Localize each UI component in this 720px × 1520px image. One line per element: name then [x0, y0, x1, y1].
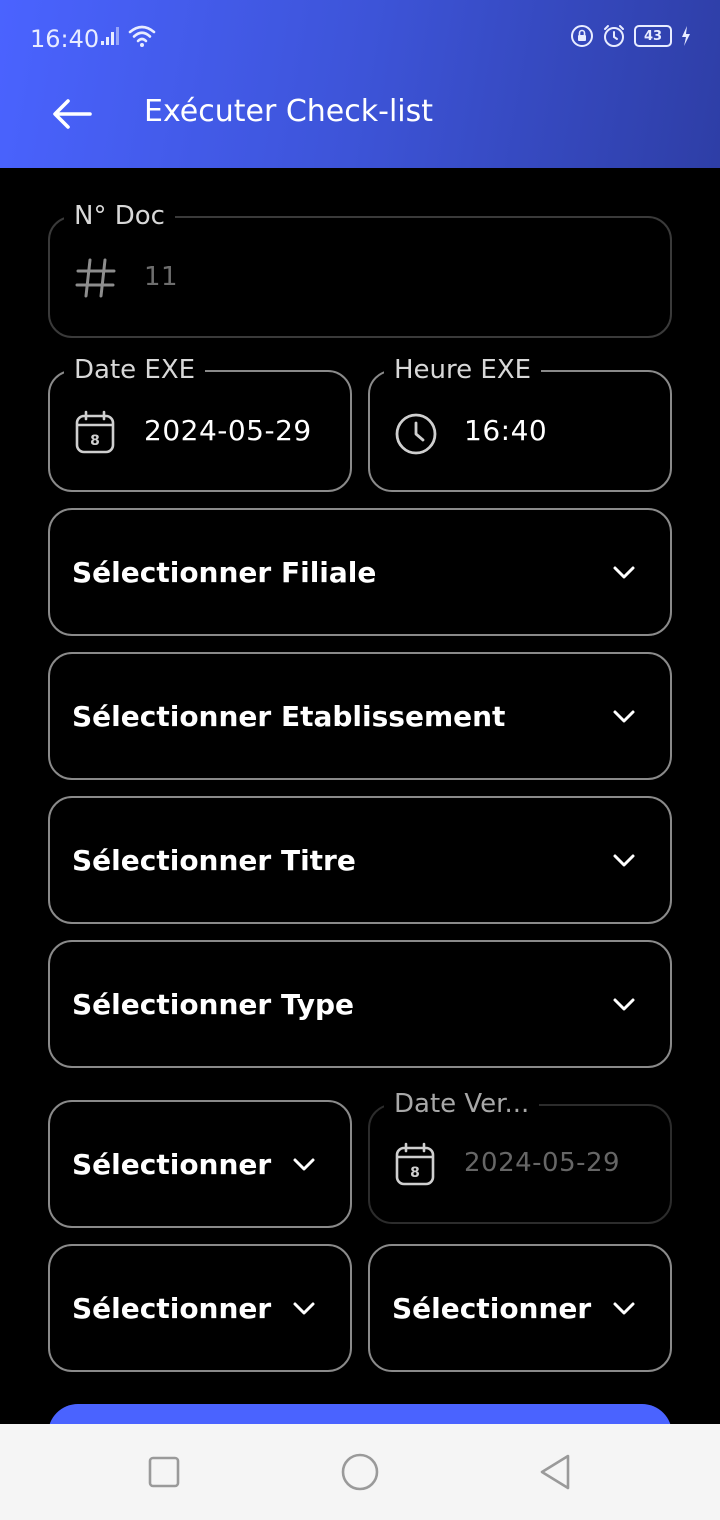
back-icon[interactable]: [536, 1452, 576, 1492]
home-icon[interactable]: [340, 1452, 380, 1492]
heure-exe-value: 16:40: [464, 414, 548, 447]
etablissement-select-label: Sélectionner Etablissement: [72, 700, 506, 733]
type-select-label: Sélectionner Type: [72, 988, 355, 1021]
system-nav-bar: [0, 1424, 720, 1520]
titre-select-label: Sélectionner Titre: [72, 844, 356, 877]
date-ver-field[interactable]: Date Ver... 8 2024-05-29: [368, 1089, 672, 1224]
filiale-select-label: Sélectionner Filiale: [72, 556, 377, 589]
charging-icon: [682, 26, 690, 46]
select-b[interactable]: Sélectionner: [48, 1244, 352, 1372]
date-ver-value: 2024-05-29: [464, 1148, 621, 1178]
page-title: Exécuter Check-list: [144, 94, 434, 129]
titre-select[interactable]: Sélectionner Titre: [48, 796, 672, 924]
chevron-down-icon: [293, 1302, 315, 1315]
date-ver-label: Date Ver...: [384, 1089, 540, 1119]
date-exe-label: Date EXE: [64, 355, 206, 385]
status-right-icons: 43: [570, 24, 692, 48]
select-c[interactable]: Sélectionner: [368, 1244, 672, 1372]
signal-icon: [101, 27, 119, 45]
doc-number-label: N° Doc: [64, 201, 175, 231]
filiale-select[interactable]: Sélectionner Filiale: [48, 508, 672, 636]
status-time: 16:40: [30, 25, 100, 53]
lock-rotation-icon: [571, 25, 593, 47]
hash-icon: [75, 258, 116, 298]
select-c-label: Sélectionner: [392, 1292, 592, 1325]
select-a[interactable]: Sélectionner: [48, 1100, 352, 1228]
alarm-icon: [604, 25, 624, 47]
recent-apps-icon[interactable]: [144, 1452, 184, 1492]
heure-exe-field[interactable]: Heure EXE 16:40: [368, 355, 672, 492]
app-bar: 16:40 43 Exécuter Check-list: [0, 0, 720, 168]
chevron-down-icon: [613, 854, 635, 867]
doc-number-value: 11: [144, 262, 179, 292]
type-select[interactable]: Sélectionner Type: [48, 940, 672, 1068]
battery-icon: 43: [634, 25, 672, 47]
date-exe-field[interactable]: Date EXE 8 2024-05-29: [48, 355, 352, 492]
etablissement-select[interactable]: Sélectionner Etablissement: [48, 652, 672, 780]
heure-exe-label: Heure EXE: [384, 355, 542, 385]
select-b-label: Sélectionner: [72, 1292, 272, 1325]
date-exe-value: 2024-05-29: [144, 414, 312, 447]
svg-text:8: 8: [90, 433, 100, 449]
chevron-down-icon: [613, 1302, 635, 1315]
doc-number-field[interactable]: N° Doc 11: [48, 201, 672, 338]
wifi-icon: [128, 25, 156, 47]
clock-icon: [395, 413, 437, 455]
arrow-left-icon[interactable]: [50, 92, 94, 136]
svg-text:8: 8: [410, 1165, 420, 1181]
chevron-down-icon: [613, 998, 635, 1011]
status-bar: 16:40 43: [0, 0, 720, 76]
status-left-icons: [100, 24, 156, 48]
select-a-label: Sélectionner: [72, 1148, 272, 1181]
battery-level: 43: [643, 28, 663, 44]
calendar-icon: 8: [395, 1142, 435, 1186]
chevron-down-icon: [613, 566, 635, 579]
chevron-down-icon: [293, 1158, 315, 1171]
calendar-icon: 8: [75, 410, 115, 454]
chevron-down-icon: [613, 710, 635, 723]
